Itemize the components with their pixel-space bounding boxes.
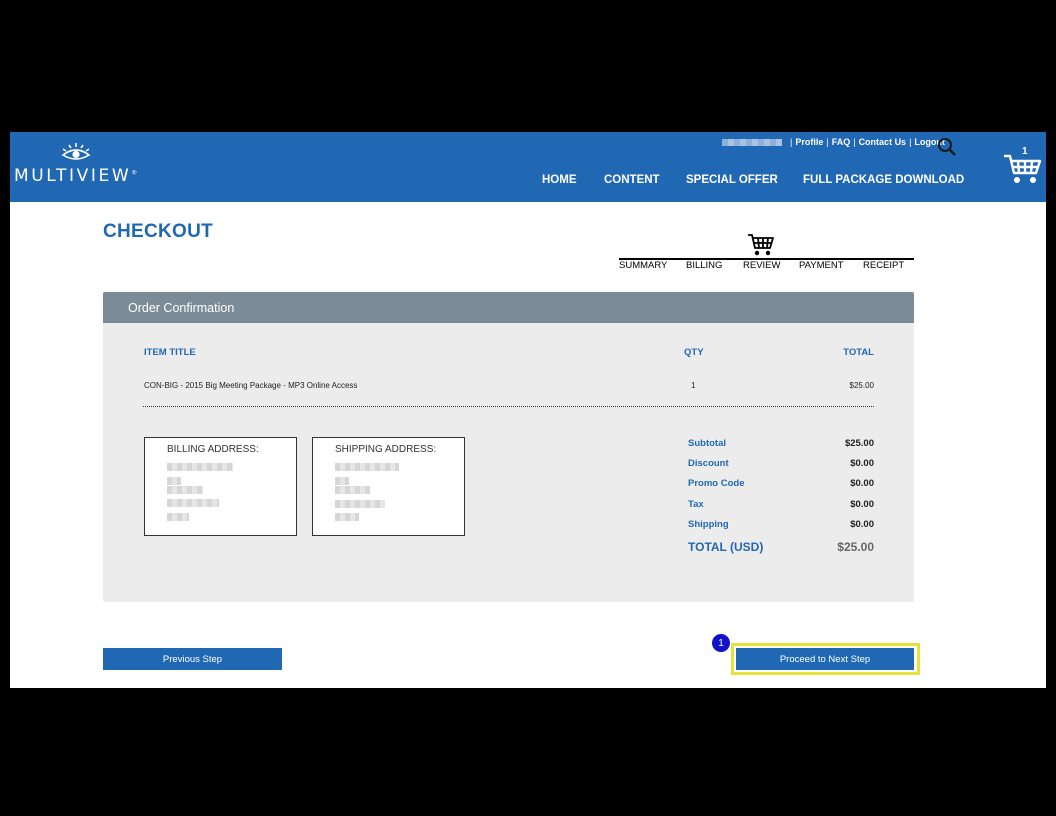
- shipping-value: $0.00: [850, 519, 874, 530]
- step-number-badge: 1: [712, 634, 730, 652]
- utility-links: | Profile | FAQ | Contact Us | Logout: [722, 135, 945, 149]
- search-icon[interactable]: [937, 137, 957, 157]
- profile-link[interactable]: Profile: [795, 137, 823, 147]
- item-total: $25.00: [849, 381, 874, 390]
- step-summary[interactable]: SUMMARY: [619, 260, 667, 271]
- redacted-text: [335, 463, 399, 471]
- previous-step-button[interactable]: Previous Step: [103, 648, 282, 670]
- nav-content[interactable]: CONTENT: [604, 174, 660, 186]
- step-review[interactable]: REVIEW: [743, 260, 780, 271]
- panel-title: Order Confirmation: [128, 301, 235, 315]
- redacted-text: [335, 513, 359, 521]
- panel-header: Order Confirmation: [103, 292, 914, 323]
- nav-home[interactable]: HOME: [542, 174, 577, 186]
- step-payment[interactable]: PAYMENT: [799, 260, 844, 271]
- promo-code-label: Promo Code: [688, 478, 745, 489]
- main-navigation: HOME CONTENT SPECIAL OFFER FULL PACKAGE …: [10, 174, 1046, 190]
- redacted-text: [335, 500, 385, 508]
- shipping-address-title: SHIPPING ADDRESS:: [335, 444, 437, 455]
- faq-link[interactable]: FAQ: [832, 137, 851, 147]
- redacted-text: [167, 513, 189, 521]
- item-divider: [143, 406, 874, 407]
- order-confirmation-panel: Order Confirmation ITEM TITLE QTY TOTAL …: [103, 292, 914, 602]
- eye-logo-icon: [61, 143, 91, 160]
- column-header-item-title: ITEM TITLE: [144, 347, 196, 358]
- item-qty: 1: [691, 381, 696, 390]
- billing-address-box: BILLING ADDRESS:: [144, 437, 297, 536]
- redacted-text: [335, 486, 370, 494]
- step-receipt[interactable]: RECEIPT: [863, 260, 904, 271]
- page-title: CHECKOUT: [103, 221, 214, 242]
- column-header-qty: QTY: [684, 347, 704, 358]
- shopping-cart-icon: [748, 234, 774, 256]
- nav-special-offer[interactable]: SPECIAL OFFER: [686, 174, 778, 186]
- item-title: CON-BIG - 2015 Big Meeting Package - MP3…: [144, 381, 358, 390]
- grand-total-label: TOTAL (USD): [688, 540, 764, 554]
- discount-label: Discount: [688, 458, 729, 469]
- tax-label: Tax: [688, 499, 704, 510]
- redacted-text: [335, 477, 349, 485]
- redacted-text: [167, 477, 181, 485]
- grand-total-value: $25.00: [837, 540, 874, 554]
- subtotal-value: $25.00: [844, 438, 874, 449]
- redacted-text: [167, 499, 219, 507]
- checkout-progress: SUMMARY BILLING REVIEW PAYMENT RECEIPT: [619, 232, 914, 272]
- column-header-total: TOTAL: [843, 347, 874, 358]
- tax-value: $0.00: [850, 499, 874, 510]
- browser-viewport: MULTIVIEW® | Profile | FAQ | Contact Us …: [10, 132, 1046, 688]
- promo-code-value: $0.00: [850, 478, 874, 489]
- redacted-text: [167, 486, 203, 494]
- shipping-address-box: SHIPPING ADDRESS:: [312, 437, 465, 536]
- nav-full-package-download[interactable]: FULL PACKAGE DOWNLOAD: [803, 174, 964, 186]
- billing-address-title: BILLING ADDRESS:: [167, 444, 259, 455]
- discount-value: $0.00: [850, 458, 874, 469]
- shipping-label: Shipping: [688, 519, 729, 530]
- step-billing[interactable]: BILLING: [686, 260, 722, 271]
- contact-us-link[interactable]: Contact Us: [859, 137, 907, 147]
- redacted-username: [722, 138, 782, 146]
- proceed-to-next-step-button[interactable]: Proceed to Next Step: [736, 648, 914, 670]
- site-header: MULTIVIEW® | Profile | FAQ | Contact Us …: [10, 132, 1046, 202]
- subtotal-label: Subtotal: [688, 438, 726, 449]
- redacted-text: [167, 463, 233, 471]
